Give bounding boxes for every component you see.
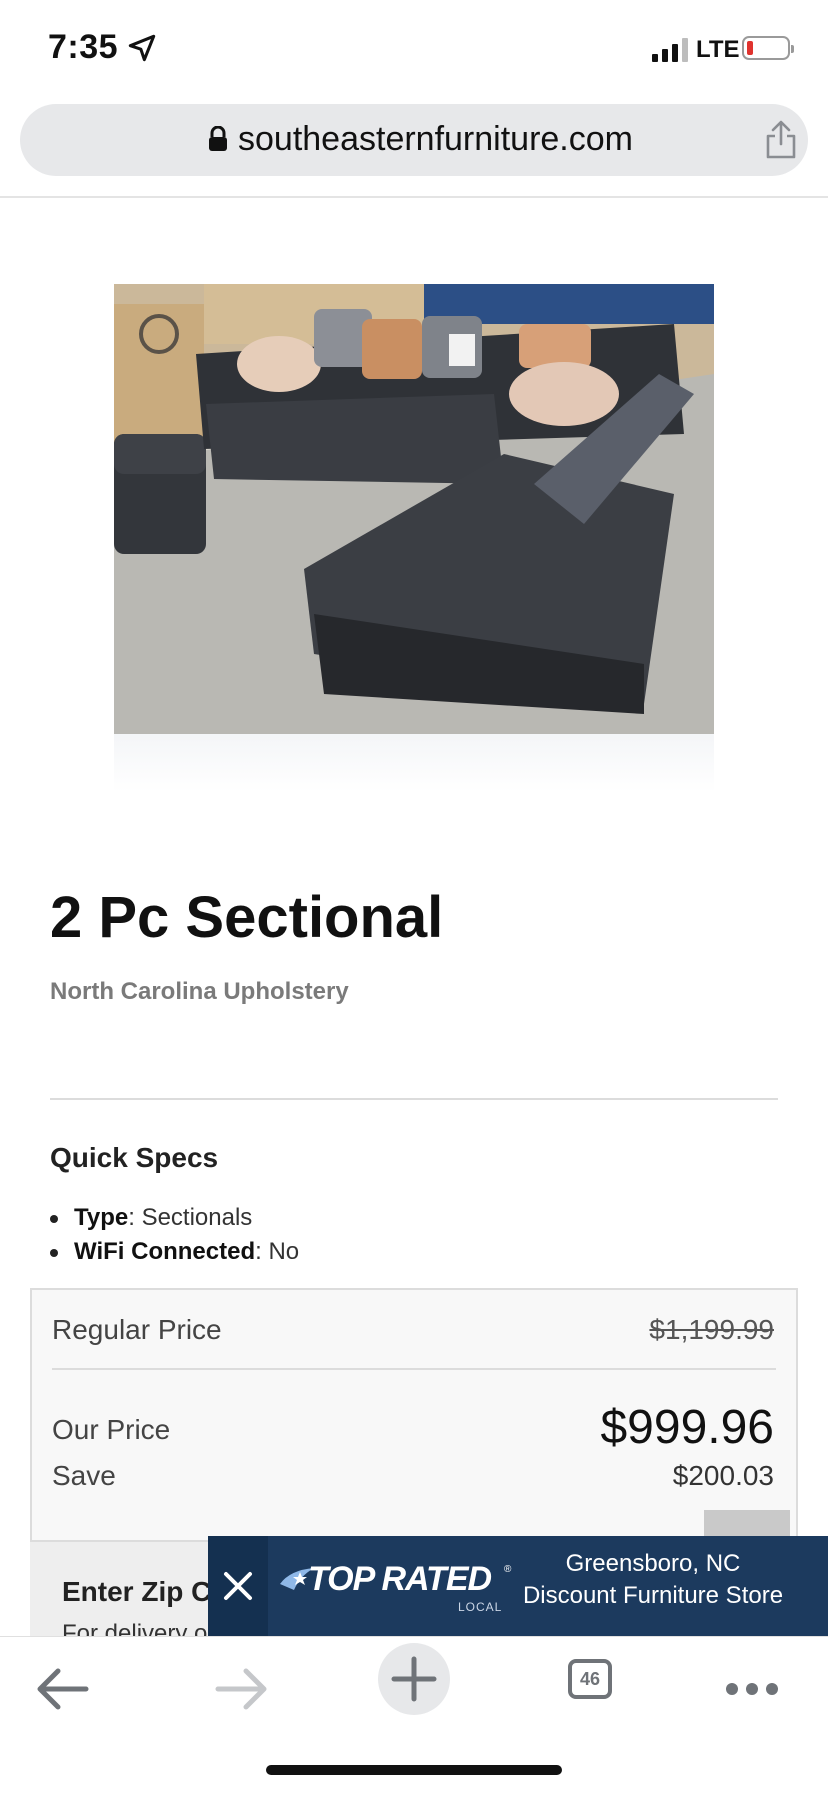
regular-price-value: $1,199.99 xyxy=(649,1314,774,1345)
signal-icon xyxy=(652,38,688,62)
ad-banner[interactable]: TOP RATED ® LOCAL Greensboro, NC Discoun… xyxy=(208,1536,828,1636)
battery-icon xyxy=(742,36,794,60)
save-value: $200.03 xyxy=(672,1460,774,1491)
image-reflection xyxy=(114,734,714,792)
ad-logo-sub: LOCAL xyxy=(458,1600,503,1614)
spec-wifi: WiFi Connected: No xyxy=(49,1238,300,1266)
save-label: Save xyxy=(52,1460,116,1491)
zip-heading: Enter Zip C xyxy=(62,1576,212,1607)
share-icon[interactable] xyxy=(764,120,798,160)
home-indicator[interactable] xyxy=(266,1765,562,1775)
url-text[interactable]: southeasternfurniture.com xyxy=(238,120,633,159)
spec-type: Type: Sectionals xyxy=(49,1204,253,1232)
spec-key: Type xyxy=(74,1204,129,1231)
forward-arrow-icon[interactable] xyxy=(200,1647,280,1717)
our-price-value: $999.96 xyxy=(600,1401,774,1454)
section-divider xyxy=(50,1098,778,1100)
product-title: 2 Pc Sectional xyxy=(50,885,444,950)
more-menu-icon[interactable] xyxy=(712,1647,792,1717)
our-price-label: Our Price xyxy=(52,1414,171,1445)
back-arrow-icon[interactable] xyxy=(24,1647,104,1717)
ad-close-button[interactable] xyxy=(208,1536,268,1636)
ad-tagline: Discount Furniture Store xyxy=(522,1582,784,1609)
status-time: 7:35 xyxy=(48,28,119,66)
lock-icon xyxy=(209,126,227,151)
ad-logo: TOP RATED xyxy=(308,1560,492,1598)
spec-value: : No xyxy=(255,1238,300,1265)
product-image[interactable] xyxy=(114,284,714,734)
product-brand[interactable]: North Carolina Upholstery xyxy=(50,978,349,1006)
quick-specs-heading: Quick Specs xyxy=(50,1142,219,1173)
regular-price-label: Regular Price xyxy=(52,1314,222,1345)
status-bar: 7:35 LTE xyxy=(0,0,828,96)
spec-key: WiFi Connected xyxy=(74,1238,256,1265)
location-arrow-icon xyxy=(128,34,156,62)
close-icon xyxy=(224,1572,252,1600)
spec-value: : Sectionals xyxy=(128,1204,253,1231)
new-tab-plus-icon[interactable] xyxy=(374,1639,454,1719)
address-bar[interactable]: southeasternfurniture.com xyxy=(20,104,808,176)
ad-location: Greensboro, NC xyxy=(565,1550,741,1577)
header-divider xyxy=(0,196,828,198)
network-type: LTE xyxy=(696,36,740,63)
tabs-button[interactable]: 46 xyxy=(568,1659,612,1699)
price-divider xyxy=(52,1368,776,1370)
